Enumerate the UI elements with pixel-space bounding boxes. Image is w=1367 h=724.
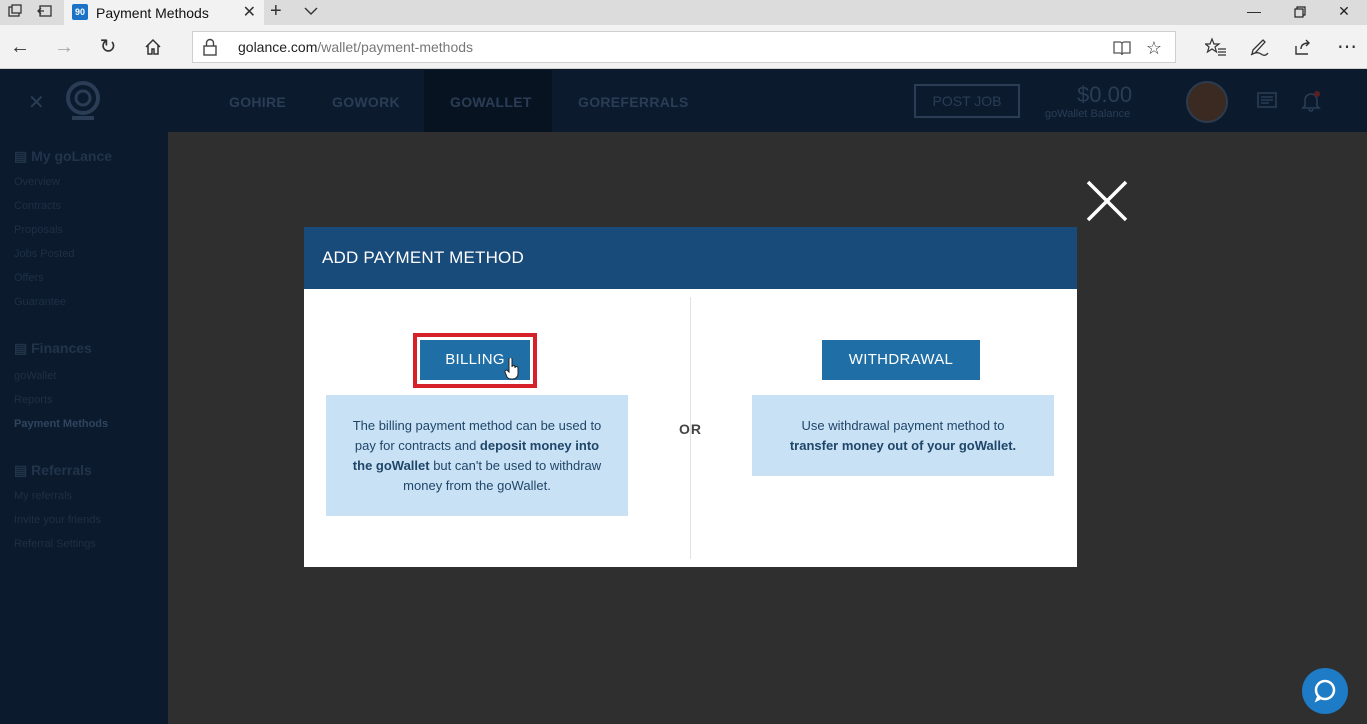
tab-title: Payment Methods [96,5,209,21]
wallet-balance: $0.00 [1077,82,1133,107]
set-tabs-aside-icon[interactable] [36,3,54,21]
billing-description: The billing payment method can be used t… [326,395,628,516]
address-bar[interactable]: golance.com/wallet/payment-methods ☆ [192,31,1176,63]
or-label: OR [679,421,702,437]
site-nav-gowallet[interactable]: GOWALLET [450,94,532,110]
golance-logo-icon[interactable] [62,78,104,124]
url-host: golance.com [238,39,318,55]
billing-text-part: but can't be used to withdraw money from… [403,458,602,493]
lock-icon [203,38,217,56]
chat-bubble-icon [1314,679,1336,703]
tab-actions-icon[interactable] [6,3,24,21]
chat-support-button[interactable] [1302,668,1348,714]
sidebar-item-reports[interactable]: Reports [14,394,53,406]
new-tab-icon[interactable]: + [270,0,282,22]
browser-navbar: ← → ↻ golance.com/wallet/payment-methods… [0,25,1367,69]
withdrawal-text-bold: transfer money out of your goWallet. [789,438,1017,453]
home-icon[interactable] [139,33,167,61]
sidebar-section-my-golance: ▤ My goLance [14,148,113,164]
modal-header: ADD PAYMENT METHOD [304,227,1077,289]
sidebar-section-label: My goLance [31,148,113,164]
tab-close-icon[interactable]: ✕ [243,2,256,22]
url-path: /wallet/payment-methods [317,39,474,55]
forward-arrow-icon[interactable]: → [50,33,78,61]
back-arrow-icon[interactable]: ← [6,33,34,61]
favorites-list-icon[interactable] [1202,33,1230,61]
sidebar-section-referrals: ▤ Referrals [14,462,92,478]
add-payment-method-modal: ADD PAYMENT METHOD OR BILLING The billin… [304,227,1077,567]
sidebar-toggle-icon[interactable]: ✕ [28,90,45,115]
favorite-star-icon[interactable]: ☆ [1143,37,1165,59]
sidebar-item-guarantee[interactable]: Guarantee [14,296,66,308]
restore-icon[interactable] [1277,0,1323,25]
chevron-down-icon[interactable] [304,4,318,18]
more-menu-icon[interactable]: ⋯ [1333,33,1361,61]
tab-payment-methods[interactable]: 90 Payment Methods ✕ [64,0,264,25]
reading-view-icon[interactable] [1111,37,1133,59]
site-sidebar: ▤ My goLance Overview Contracts Proposal… [0,132,168,724]
sidebar-item-jobs-posted[interactable]: Jobs Posted [14,248,75,260]
minimize-icon[interactable]: — [1231,0,1277,25]
sidebar-item-payment-methods[interactable]: Payment Methods [14,418,108,430]
sidebar-item-offers[interactable]: Offers [14,272,44,284]
site-nav-gowork[interactable]: GOWORK [332,94,400,110]
sidebar-item-overview[interactable]: Overview [14,176,60,188]
browser-titlebar: 90 Payment Methods ✕ + — ✕ [0,0,1367,25]
modal-title: ADD PAYMENT METHOD [322,248,524,267]
sidebar-section-label: Referrals [31,462,92,478]
sidebar-item-contracts[interactable]: Contracts [14,200,61,212]
site-nav-goreferrals[interactable]: GOREFERRALS [578,94,689,110]
sidebar-section-label: Finances [31,340,92,356]
avatar[interactable] [1186,81,1228,123]
notifications-bell-icon[interactable] [1300,90,1322,112]
sidebar-item-my-referrals[interactable]: My referrals [14,490,72,502]
site-nav-gohire[interactable]: GOHIRE [229,94,286,110]
sidebar-item-invite-friends[interactable]: Invite your friends [14,514,101,526]
window-close-icon[interactable]: ✕ [1321,0,1367,25]
sidebar-item-gowallet[interactable]: goWallet [14,370,56,382]
messages-icon[interactable] [1256,90,1278,112]
hand-cursor-icon [504,357,520,380]
post-job-button[interactable]: POST JOB [914,84,1020,118]
withdrawal-text-part: Use withdrawal payment method to [801,418,1005,433]
pen-notes-icon[interactable] [1245,33,1273,61]
golance-favicon-icon: 90 [72,4,88,20]
refresh-icon[interactable]: ↻ [94,33,122,61]
url-text[interactable]: golance.com/wallet/payment-methods [238,39,473,55]
withdrawal-button[interactable]: WITHDRAWAL [822,340,980,380]
sidebar-item-proposals[interactable]: Proposals [14,224,63,236]
site-header: ✕ GOHIRE GOWORK GOWALLET GOREFERRALS POS… [0,70,1367,132]
wallet-balance-label: goWallet Balance [1045,108,1131,120]
sidebar-section-finances: ▤ Finances [14,340,92,356]
sidebar-item-referral-settings[interactable]: Referral Settings [14,538,96,550]
share-icon[interactable] [1289,33,1317,61]
modal-close-icon[interactable] [1084,178,1130,224]
withdrawal-description: Use withdrawal payment method to transfe… [752,395,1054,476]
